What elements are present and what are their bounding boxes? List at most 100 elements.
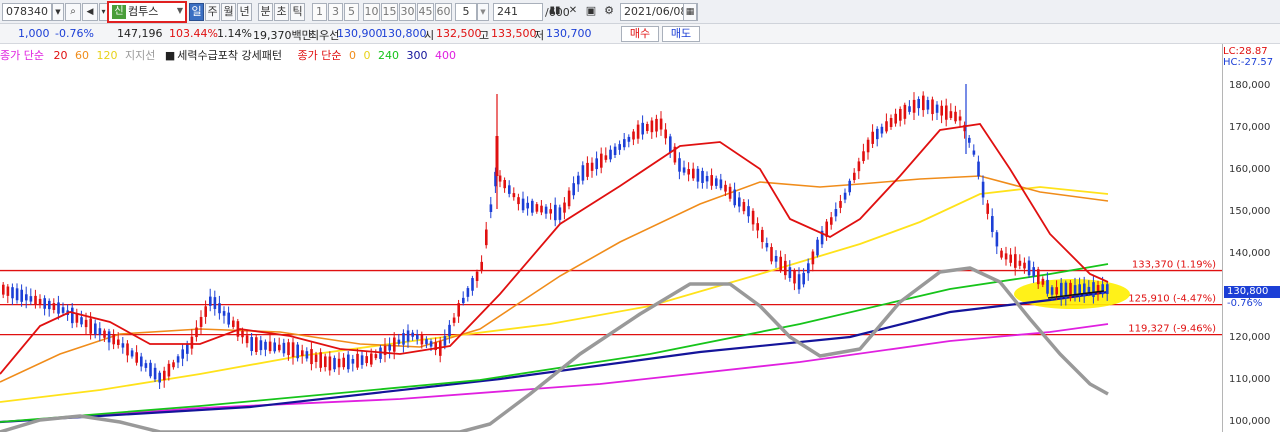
candle-body xyxy=(153,367,157,380)
chart-type-icon[interactable]: ▮▮ xyxy=(548,3,562,21)
candle-body xyxy=(715,178,718,186)
bar-count-input[interactable]: 241 xyxy=(493,3,543,21)
gear-icon[interactable]: ⚙ xyxy=(601,3,617,21)
candle-body xyxy=(489,204,493,213)
candle-body xyxy=(448,324,451,337)
candle-body xyxy=(416,334,419,340)
low-label: 저 xyxy=(534,29,545,42)
sell-button[interactable]: 매도 xyxy=(662,26,700,42)
period-year-button[interactable]: 년 xyxy=(237,3,252,21)
support-level-label: 125,910 (-4.47%) xyxy=(1128,294,1216,305)
prev-stock-icon[interactable]: ◀ xyxy=(82,3,98,21)
minute-5-button[interactable]: 5 xyxy=(344,3,359,21)
candle-body xyxy=(485,229,488,246)
candle-body xyxy=(922,95,925,111)
minute-30-button[interactable]: 30 xyxy=(399,3,416,21)
candle-body xyxy=(144,363,148,368)
candle-body xyxy=(991,216,994,232)
high-label: 고 xyxy=(479,29,490,42)
candle-body xyxy=(52,303,56,310)
axis-tick: 170,000 xyxy=(1229,122,1271,133)
candle-body xyxy=(1004,253,1008,260)
search-icon[interactable]: ⌕ xyxy=(65,3,81,21)
legend-ma240: 240 xyxy=(377,49,399,62)
period-minute-button[interactable]: 분 xyxy=(258,3,273,21)
change-value: 1,000 xyxy=(18,27,50,40)
candle-body xyxy=(889,117,893,128)
candle-body xyxy=(931,99,934,115)
indicator-legend: 종가 단순 20 60 120 지지선 ■ 세력수급포착 강세패턴 종가 단순 0… xyxy=(0,47,462,62)
code-dropdown-button[interactable]: ▼ xyxy=(52,3,64,21)
candle-body xyxy=(328,356,332,371)
candle-body xyxy=(420,334,424,345)
candle-body xyxy=(627,136,631,142)
candle-body xyxy=(623,139,626,148)
period-second-button[interactable]: 초 xyxy=(274,3,289,21)
candle-body xyxy=(830,217,833,225)
candle-body xyxy=(926,100,930,110)
candle-body xyxy=(310,349,313,365)
period-tick-button[interactable]: 틱 xyxy=(290,3,305,21)
tool-icon[interactable]: ✕ xyxy=(565,3,581,21)
candle-body xyxy=(958,116,962,121)
candle-body xyxy=(912,99,916,113)
minute-45-button[interactable]: 45 xyxy=(417,3,434,21)
custom-interval-input[interactable]: 5 xyxy=(455,3,477,21)
candle-body xyxy=(535,204,539,212)
candle-body xyxy=(604,155,608,160)
candle-body xyxy=(259,340,263,351)
candle-body xyxy=(710,175,713,186)
candle-body xyxy=(135,352,138,363)
candle-body xyxy=(71,307,74,324)
candle-body xyxy=(333,357,336,370)
candle-body xyxy=(659,118,663,130)
period-month-button[interactable]: 월 xyxy=(221,3,236,21)
minute-60-button[interactable]: 60 xyxy=(435,3,452,21)
highlight-ellipse xyxy=(1014,279,1130,309)
candle-body xyxy=(342,357,345,368)
candle-body xyxy=(250,337,253,352)
candle-body xyxy=(181,349,184,359)
credit-badge: 신 xyxy=(112,5,126,19)
candle-body xyxy=(503,180,506,189)
minute-10-button[interactable]: 10 xyxy=(363,3,380,21)
candle-body xyxy=(337,358,341,368)
calendar-icon[interactable]: ▦ xyxy=(683,3,697,21)
chevron-down-icon[interactable]: ▼ xyxy=(177,6,183,15)
price-chart[interactable]: 133,370 (1.19%) 125,910 (-4.47%) 119,327 (… xyxy=(0,44,1222,432)
candle-body xyxy=(613,146,617,155)
candle-body xyxy=(241,330,244,338)
candle-body xyxy=(641,122,644,135)
candle-body xyxy=(117,339,120,346)
candle-body xyxy=(595,158,598,170)
candle-body xyxy=(885,121,888,132)
stock-code-input[interactable]: 078340 xyxy=(2,3,52,21)
candle-body xyxy=(11,287,14,299)
legend-ma400: 400 xyxy=(434,49,456,62)
candle-body xyxy=(894,113,897,124)
candle-body xyxy=(411,332,414,337)
candle-body xyxy=(1106,284,1109,294)
candle-body xyxy=(632,131,635,140)
candle-body xyxy=(531,200,534,213)
candle-body xyxy=(945,105,948,120)
minute-1-button[interactable]: 1 xyxy=(312,3,327,21)
candle-body xyxy=(701,170,704,183)
candle-body xyxy=(609,149,612,160)
trade-value: 19,370백만 xyxy=(253,29,312,42)
interval-dropdown-icon[interactable]: ▼ xyxy=(477,3,489,21)
candle-body xyxy=(1009,254,1012,263)
candle-body xyxy=(1101,284,1104,295)
candle-body xyxy=(995,232,999,247)
period-week-button[interactable]: 주 xyxy=(205,3,220,21)
minute-15-button[interactable]: 15 xyxy=(381,3,398,21)
period-day-button[interactable]: 일 xyxy=(189,3,204,21)
save-icon[interactable]: ▣ xyxy=(583,3,599,21)
candle-body xyxy=(954,111,957,122)
volume: 147,196 xyxy=(117,27,163,40)
candle-body xyxy=(305,351,309,359)
candle-body xyxy=(949,111,953,118)
buy-button[interactable]: 매수 xyxy=(621,26,659,42)
stock-name-box[interactable]: 신 컴투스 ▼ xyxy=(107,1,187,23)
minute-3-button[interactable]: 3 xyxy=(328,3,343,21)
